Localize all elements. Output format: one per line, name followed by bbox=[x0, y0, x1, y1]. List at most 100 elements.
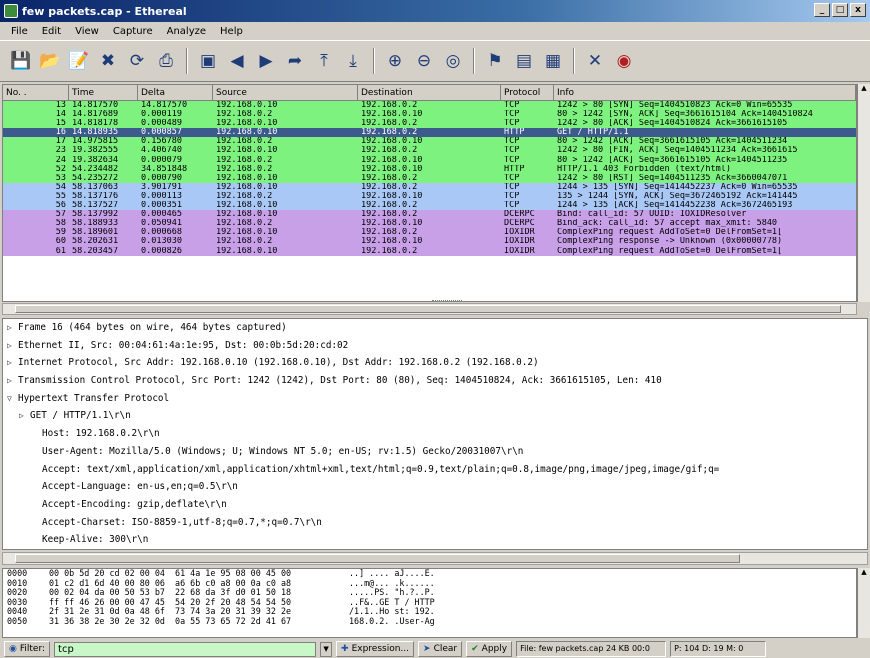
pane-splitter-grip[interactable] bbox=[432, 300, 462, 302]
packet-cell-src: 192.168.0.10 bbox=[216, 101, 278, 110]
column-header-delta[interactable]: Delta bbox=[138, 85, 213, 100]
column-header-destination[interactable]: Destination bbox=[358, 85, 501, 100]
packet-cell-dst: 192.168.0.2 bbox=[361, 210, 418, 220]
apply-filter-button[interactable]: ✔ Apply bbox=[466, 641, 513, 657]
detail-tree-item[interactable]: Accept-Charset: ISO-8859-1,utf-8;q=0.7,*… bbox=[3, 514, 867, 532]
packet-row[interactable]: 52 54.234482 34.851848 192.168.0.2 192.168.0… bbox=[3, 164, 856, 174]
bytes-vertical-scrollbar[interactable]: ▲ bbox=[857, 568, 870, 638]
reload-icon[interactable]: ⟳ bbox=[124, 48, 150, 74]
scrollbar-thumb[interactable] bbox=[15, 554, 740, 563]
packet-row[interactable]: 61 58.203457 0.000826 192.168.0.10 192.168.0… bbox=[3, 246, 856, 256]
packet-row[interactable]: 56 58.137527 0.000351 192.168.0.10 192.168.0… bbox=[3, 201, 856, 211]
packet-row[interactable]: 53 54.235272 0.000790 192.168.0.10 192.168.0… bbox=[3, 173, 856, 183]
menu-help[interactable]: Help bbox=[213, 26, 250, 37]
packet-row[interactable]: 14 14.817689 0.000119 192.168.0.2 192.168.0.… bbox=[3, 110, 856, 120]
packet-cell-info: 1244 > 135 [ACK] Seq=1414452238 Ack=3672… bbox=[557, 201, 793, 211]
zoom-normal-icon[interactable]: ◎ bbox=[440, 48, 466, 74]
packet-list-vertical-scrollbar[interactable]: ▲ bbox=[857, 84, 870, 302]
detail-tree-item[interactable]: ▷ GET / HTTP/1.1\r\n bbox=[3, 407, 867, 425]
hex-line[interactable]: 0050 31 36 38 2e 30 2e 32 0d 0a 55 73 65 … bbox=[7, 616, 856, 627]
minimize-button[interactable]: _ bbox=[814, 3, 830, 17]
save-icon[interactable]: 📝 bbox=[66, 48, 92, 74]
open-capture-icon[interactable]: 💾 bbox=[8, 48, 34, 74]
maximize-button[interactable]: □ bbox=[832, 3, 848, 17]
menu-file[interactable]: File bbox=[4, 26, 35, 37]
close-button[interactable]: x bbox=[850, 3, 866, 17]
packet-row[interactable]: 55 58.137176 0.000113 192.168.0.2 192.168.0.… bbox=[3, 191, 856, 202]
packet-cell-proto: TCP bbox=[504, 119, 520, 129]
go-to-packet-icon[interactable]: ➦ bbox=[282, 48, 308, 74]
detail-tree-item[interactable]: Keep-Alive: 300\r\n bbox=[3, 531, 867, 549]
detail-tree-item[interactable]: Accept-Encoding: gzip,deflate\r\n bbox=[3, 496, 867, 514]
detail-tree-item[interactable]: Connection: keep-alive\r\n bbox=[3, 549, 867, 550]
scrollbar-track[interactable] bbox=[2, 303, 857, 315]
capture-filter-icon[interactable]: ⚑ bbox=[482, 48, 508, 74]
expand-arrow-icon[interactable]: ▷ bbox=[7, 372, 18, 390]
detail-tree-item[interactable]: ▷ Internet Protocol, Src Addr: 192.168.0.… bbox=[3, 354, 867, 372]
go-first-icon[interactable]: ⤒ bbox=[311, 48, 337, 74]
scrollbar-thumb[interactable] bbox=[15, 305, 841, 313]
packet-row[interactable]: 60 58.202631 0.013030 192.168.0.2 192.168.0.… bbox=[3, 237, 856, 247]
expand-arrow-icon[interactable]: ▷ bbox=[7, 354, 18, 372]
expression-button[interactable]: ✚ Expression... bbox=[336, 641, 415, 657]
coloring-rules-icon[interactable]: ▦ bbox=[540, 48, 566, 74]
column-header-info[interactable]: Info bbox=[554, 85, 856, 100]
packet-cell-time: 58.137063 bbox=[72, 182, 119, 192]
packet-row[interactable]: 59 58.189601 0.000668 192.168.0.10 192.168.0… bbox=[3, 228, 856, 238]
packet-row[interactable]: 24 19.382634 0.000079 192.168.0.2 192.168.0.… bbox=[3, 155, 856, 165]
menu-view[interactable]: View bbox=[68, 26, 106, 37]
packet-row[interactable]: 23 19.382555 4.406740 192.168.0.10 192.168.0… bbox=[3, 146, 856, 156]
clear-filter-button[interactable]: ➤ Clear bbox=[418, 641, 463, 657]
go-back-icon[interactable]: ◀ bbox=[224, 48, 250, 74]
scroll-up-icon[interactable]: ▲ bbox=[858, 84, 870, 92]
packet-row[interactable]: 57 58.137992 0.000465 192.168.0.10 192.168.0… bbox=[3, 210, 856, 220]
detail-tree-item[interactable]: ▷ Ethernet II, Src: 00:04:61:4a:1e:95, Ds… bbox=[3, 337, 867, 355]
zoom-in-icon[interactable]: ⊕ bbox=[382, 48, 408, 74]
zoom-out-icon[interactable]: ⊖ bbox=[411, 48, 437, 74]
display-filter-input[interactable]: tcp bbox=[54, 641, 317, 657]
packet-row[interactable]: 13 14.817570 14.817570 192.168.0.10 192.168.… bbox=[3, 101, 856, 111]
packet-row[interactable]: 54 58.137063 3.901791 192.168.0.10 192.168.0… bbox=[3, 182, 856, 192]
menu-capture[interactable]: Capture bbox=[106, 26, 160, 37]
column-header-time[interactable]: Time bbox=[69, 85, 138, 100]
packet-row[interactable]: 17 14.975815 0.156780 192.168.0.2 192.168.0.… bbox=[3, 137, 856, 147]
menu-analyze[interactable]: Analyze bbox=[160, 26, 213, 37]
print-icon[interactable]: ⎙ bbox=[153, 48, 179, 74]
go-last-icon[interactable]: ⤓ bbox=[340, 48, 366, 74]
packet-row[interactable]: 58 58.188933 0.050941 192.168.0.2 192.168.0.… bbox=[3, 219, 856, 229]
detail-tree-item[interactable]: User-Agent: Mozilla/5.0 (Windows; U; Win… bbox=[3, 443, 867, 461]
packet-row[interactable]: 16 14.818935 0.000857 192.168.0.10 192.168.0… bbox=[3, 128, 856, 138]
expand-arrow-icon[interactable]: ▷ bbox=[19, 407, 30, 425]
expand-arrow-icon[interactable]: ▽ bbox=[7, 390, 18, 408]
packet-cell-time: 14.818178 bbox=[72, 119, 119, 129]
detail-tree-item[interactable]: Accept: text/xml,application/xml,applica… bbox=[3, 461, 867, 479]
packet-cell-src: 192.168.0.10 bbox=[216, 210, 278, 220]
help-icon[interactable]: ◉ bbox=[611, 48, 637, 74]
details-horizontal-scrollbar[interactable] bbox=[2, 552, 868, 565]
menu-edit[interactable]: Edit bbox=[35, 26, 68, 37]
scroll-up-icon[interactable]: ▲ bbox=[858, 568, 870, 576]
detail-tree-item[interactable]: Host: 192.168.0.2\r\n bbox=[3, 425, 867, 443]
detail-tree-item[interactable]: ▽ Hypertext Transfer Protocol bbox=[3, 390, 867, 408]
open-folder-icon[interactable]: 📂 bbox=[37, 48, 63, 74]
packet-cell-no: 13 bbox=[55, 101, 66, 110]
find-packet-icon[interactable]: ▣ bbox=[195, 48, 221, 74]
column-header-protocol[interactable]: Protocol bbox=[501, 85, 554, 100]
detail-tree-item[interactable]: Accept-Language: en-us,en;q=0.5\r\n bbox=[3, 478, 867, 496]
preferences-icon[interactable]: ✕ bbox=[582, 48, 608, 74]
packet-row[interactable]: 15 14.818178 0.000489 192.168.0.10 192.168.0… bbox=[3, 119, 856, 129]
expand-arrow-icon[interactable]: ▷ bbox=[7, 319, 18, 337]
detail-tree-item[interactable]: ▷ Frame 16 (464 bytes on wire, 464 bytes … bbox=[3, 319, 867, 337]
go-forward-icon[interactable]: ▶ bbox=[253, 48, 279, 74]
display-filter-icon[interactable]: ▤ bbox=[511, 48, 537, 74]
packet-cell-time: 54.235272 bbox=[72, 173, 119, 183]
packet-cell-dst: 192.168.0.10 bbox=[361, 164, 423, 174]
close-file-icon[interactable]: ✖ bbox=[95, 48, 121, 74]
detail-tree-item[interactable]: ▷ Transmission Control Protocol, Src Port… bbox=[3, 372, 867, 390]
packet-list-horizontal-scrollbar[interactable] bbox=[2, 300, 870, 316]
column-header-no[interactable]: No. . bbox=[3, 85, 69, 100]
filter-history-dropdown[interactable]: ▼ bbox=[320, 641, 333, 657]
column-header-source[interactable]: Source bbox=[213, 85, 358, 100]
filter-button[interactable]: ◉ Filter: bbox=[4, 641, 51, 657]
expand-arrow-icon[interactable]: ▷ bbox=[7, 337, 18, 355]
